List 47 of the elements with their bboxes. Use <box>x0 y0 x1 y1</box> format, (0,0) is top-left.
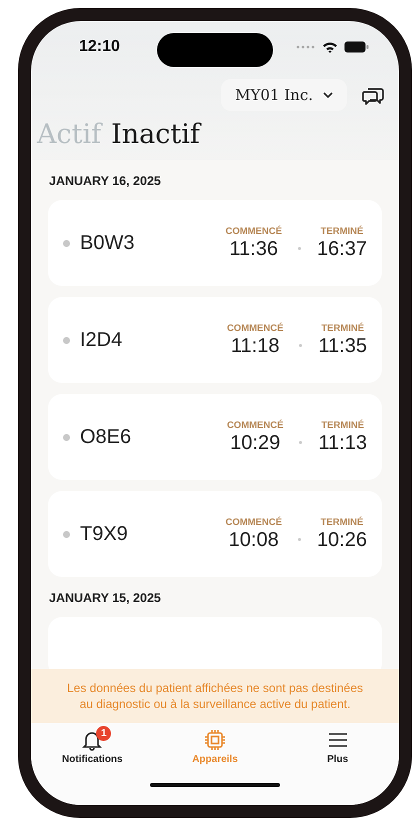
end-time: 11:13 <box>318 432 367 454</box>
started-label: COMMENCÉ <box>226 420 284 430</box>
ended-label: TERMINÉ <box>321 420 364 430</box>
status-dot <box>63 336 70 344</box>
disclaimer-banner: Les données du patient affichées ne sont pas destinées au diagnostic ou à la surveillance active du patient. <box>31 669 399 723</box>
separator-dot <box>299 440 302 444</box>
date-header: JANUARY 15, 2025 <box>49 591 162 605</box>
end-time: 16:37 <box>316 238 367 260</box>
start-time: 11:18 <box>230 334 280 358</box>
session-card[interactable]: T9X9 COMMENCÉ 10:08 TERMINÉ 10:26 <box>48 491 382 577</box>
nav-tab[interactable]: Notifications 1 <box>47 729 138 783</box>
device-name: I2D4 <box>80 328 124 352</box>
status-time: 12:10 <box>79 38 120 56</box>
tab[interactable]: Inactif <box>111 119 200 150</box>
end-time: 11:35 <box>318 334 367 358</box>
signal-icon <box>296 45 316 49</box>
started-label: COMMENCÉ <box>225 516 282 528</box>
start-time: 10:08 <box>228 528 279 552</box>
status-dot <box>63 530 70 538</box>
organization-dropdown[interactable]: MY01 Inc. <box>221 79 347 111</box>
battery-icon <box>344 41 369 53</box>
separator-dot <box>298 246 301 250</box>
ended-label: TERMINÉ <box>321 322 364 334</box>
ended-label: TERMINÉ <box>320 516 364 528</box>
session-card[interactable]: B0W3 COMMENCÉ 11:36 TERMINÉ 16:37 <box>48 200 382 286</box>
device-name: O8E6 <box>80 426 132 448</box>
status-dot <box>63 240 70 246</box>
device-name: T9X9 <box>80 522 129 546</box>
chevron-down-icon <box>323 92 333 98</box>
start-time: 10:29 <box>230 432 280 454</box>
end-time: 10:26 <box>316 528 367 552</box>
session-card[interactable]: I2D4 COMMENCÉ 11:18 TERMINÉ 11:35 <box>48 297 382 383</box>
session-card[interactable]: O8E6 COMMENCÉ 10:29 TERMINÉ 11:13 <box>48 394 382 480</box>
device-name: B0W3 <box>80 232 136 254</box>
start-time: 11:36 <box>229 238 278 260</box>
notification-badge: 1 <box>96 726 112 741</box>
date-header: JANUARY 16, 2025 <box>49 174 162 188</box>
wifi-icon <box>322 41 338 53</box>
bell-icon <box>81 729 104 751</box>
separator-dot <box>298 538 301 540</box>
nav-tab[interactable]: Plus <box>292 729 383 783</box>
started-label: COMMENCÉ <box>226 322 284 334</box>
separator-dot <box>299 344 302 346</box>
status-dot <box>63 434 70 440</box>
ended-label: TERMINÉ <box>320 226 364 236</box>
chip-icon <box>204 729 226 751</box>
started-label: COMMENCÉ <box>225 226 282 236</box>
